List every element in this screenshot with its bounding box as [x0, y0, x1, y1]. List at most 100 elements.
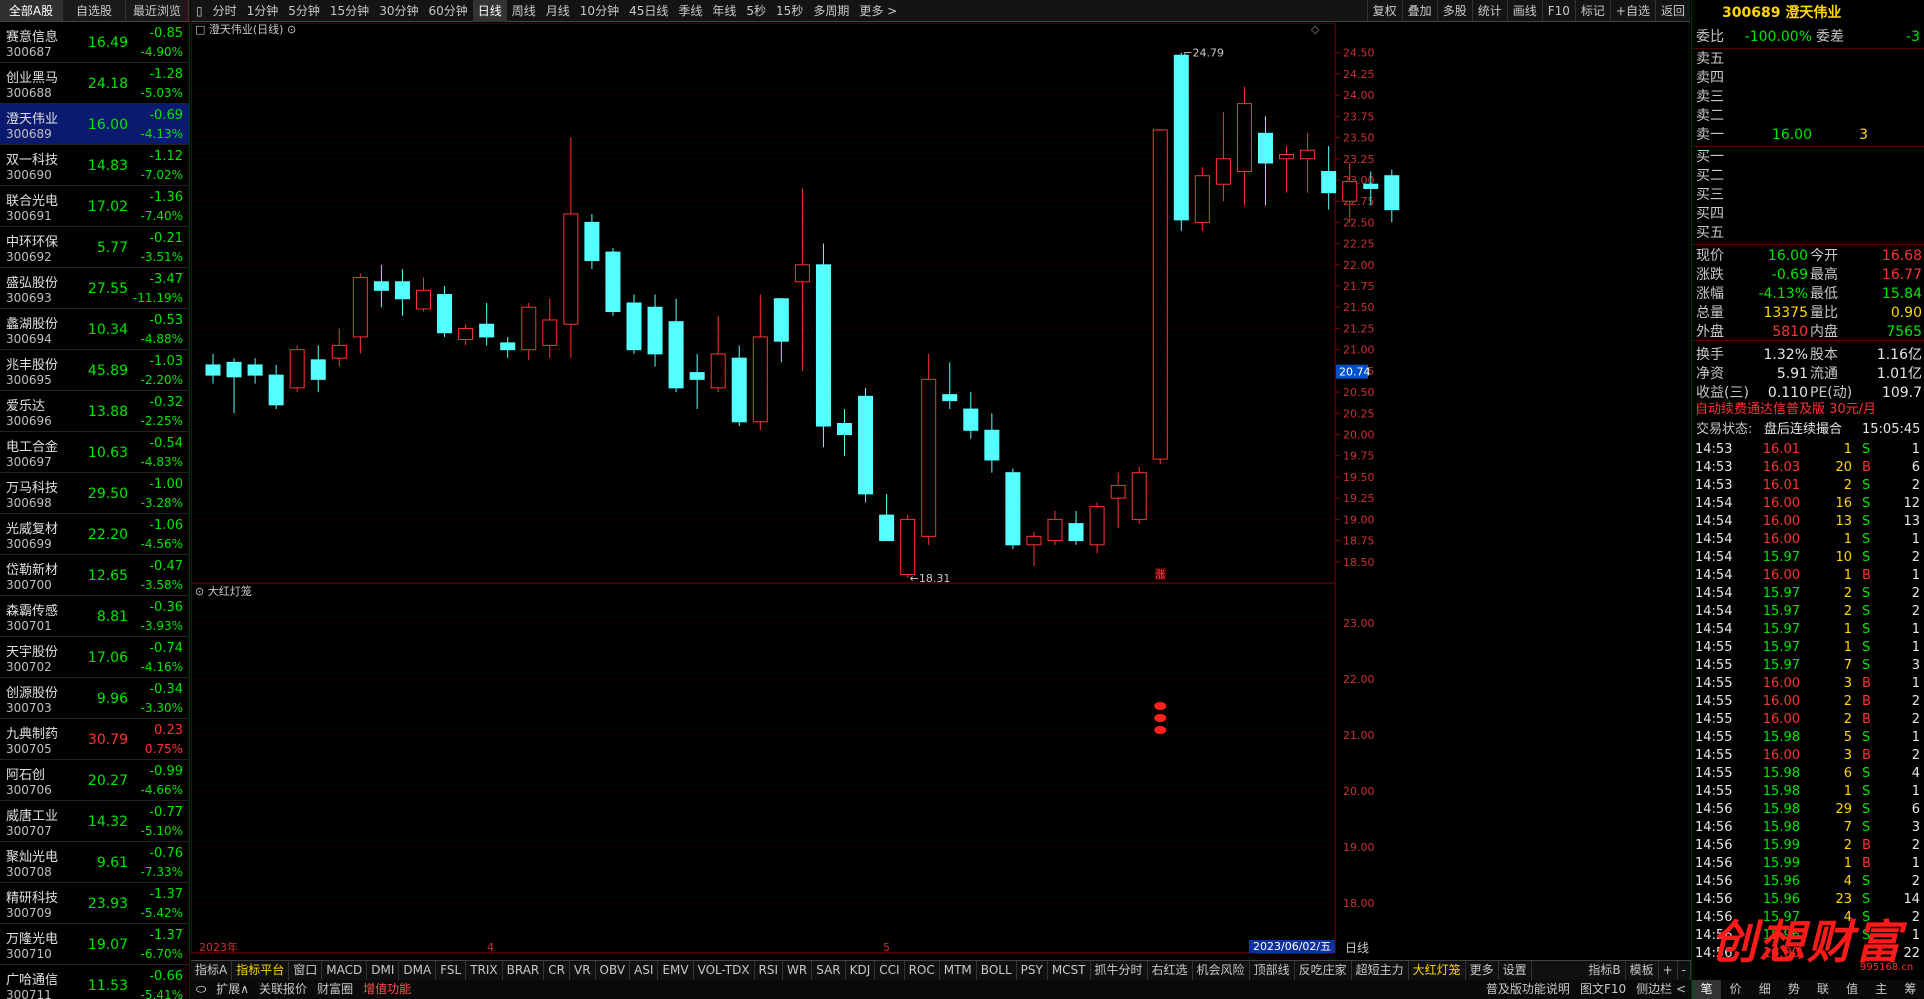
- indicator-tab[interactable]: 抓牛分时: [1091, 961, 1148, 980]
- stock-row[interactable]: 精研科技 300709 23.93 -1.37 -5.42%: [0, 883, 189, 924]
- period-tab[interactable]: 月线: [541, 0, 575, 22]
- period-tab[interactable]: 15分钟: [325, 0, 374, 22]
- stock-row[interactable]: 万隆光电 300710 19.07 -1.37 -6.70%: [0, 924, 189, 965]
- toolbar-button[interactable]: 标记: [1574, 0, 1610, 22]
- indicator-tab-tool[interactable]: -: [1678, 961, 1691, 980]
- indicator-tab-tool[interactable]: 模板: [1626, 961, 1659, 980]
- bottom-bar-item[interactable]: 财富圈: [312, 980, 358, 999]
- period-tab[interactable]: 分时: [208, 0, 242, 22]
- toolbar-button[interactable]: 叠加: [1401, 0, 1437, 22]
- indicator-tab[interactable]: BRAR: [503, 961, 545, 980]
- quote-tab[interactable]: 值: [1838, 980, 1867, 999]
- bottom-bar-link[interactable]: 普及版功能说明: [1481, 980, 1575, 999]
- indicator-tab-tool[interactable]: +: [1659, 961, 1678, 980]
- stock-row[interactable]: 广哈通信 300711 11.53 -0.66 -5.41%: [0, 965, 189, 999]
- period-tab[interactable]: 日线: [472, 0, 507, 22]
- period-tab[interactable]: 多周期: [808, 0, 854, 22]
- stock-row[interactable]: 双一科技 300690 14.83 -1.12 -7.02%: [0, 145, 189, 186]
- toolbar-button[interactable]: 返回: [1654, 0, 1690, 22]
- toolbar-button[interactable]: 画线: [1506, 0, 1542, 22]
- stock-row[interactable]: 赛意信息 300687 16.49 -0.85 -4.90%: [0, 22, 189, 63]
- indicator-tab[interactable]: BOLL: [977, 961, 1017, 980]
- stock-row[interactable]: 盛弘股份 300693 27.55 -3.47 -11.19%: [0, 268, 189, 309]
- period-tab[interactable]: 15秒: [771, 0, 808, 22]
- stock-row[interactable]: 蠡湖股份 300694 10.34 -0.53 -4.88%: [0, 309, 189, 350]
- indicator-tab[interactable]: ASI: [630, 961, 659, 980]
- indicator-tab[interactable]: 窗口: [289, 961, 323, 980]
- stock-row[interactable]: 联合光电 300691 17.02 -1.36 -7.40%: [0, 186, 189, 227]
- period-tab[interactable]: 1分钟: [242, 0, 284, 22]
- quote-tab[interactable]: 笔: [1692, 980, 1722, 999]
- stock-row[interactable]: 森霸传感 300701 8.81 -0.36 -3.93%: [0, 596, 189, 637]
- indicator-tab[interactable]: 反吃庄家: [1295, 961, 1352, 980]
- indicator-tab[interactable]: 指标A: [191, 961, 233, 980]
- stock-row[interactable]: 兆丰股份 300695 45.89 -1.03 -2.20%: [0, 350, 189, 391]
- indicator-tab-tool[interactable]: 指标B: [1584, 961, 1626, 980]
- period-tab[interactable]: 更多 >: [854, 0, 902, 22]
- indicator-tab[interactable]: WR: [783, 961, 813, 980]
- indicator-tab[interactable]: 右红选: [1148, 961, 1193, 980]
- toolbar-button[interactable]: +自选: [1609, 0, 1655, 22]
- period-tab[interactable]: 5分钟: [283, 0, 325, 22]
- indicator-tab[interactable]: CCI: [875, 961, 905, 980]
- bottom-bar-link[interactable]: 图文F10: [1575, 980, 1631, 999]
- stock-row[interactable]: 天宇股份 300702 17.06 -0.74 -4.16%: [0, 637, 189, 678]
- bottom-bar-link[interactable]: 侧边栏 <: [1631, 980, 1691, 999]
- indicator-tab[interactable]: PSY: [1017, 961, 1048, 980]
- indicator-tab[interactable]: MTM: [940, 961, 977, 980]
- left-tab-1[interactable]: 自选股: [63, 0, 126, 21]
- indicator-tab[interactable]: OBV: [596, 961, 631, 980]
- quote-tab[interactable]: 筹: [1896, 980, 1924, 999]
- indicator-tab[interactable]: 指标平台: [232, 961, 290, 980]
- indicator-tab[interactable]: SAR: [812, 961, 846, 980]
- quote-tab[interactable]: 主: [1867, 980, 1896, 999]
- indicator-tab[interactable]: FSL: [436, 961, 467, 980]
- bottom-bar-item[interactable]: 关联报价: [254, 980, 312, 999]
- toolbar-button[interactable]: 统计: [1471, 0, 1507, 22]
- indicator-tab[interactable]: MACD: [322, 961, 368, 980]
- stock-row[interactable]: 九典制药 300705 30.79 0.23 0.75%: [0, 719, 189, 760]
- left-tab-0[interactable]: 全部A股: [0, 0, 63, 21]
- stock-row[interactable]: 创源股份 300703 9.96 -0.34 -3.30%: [0, 678, 189, 719]
- indicator-tab[interactable]: 更多: [1466, 961, 1499, 980]
- indicator-tab[interactable]: RSI: [755, 961, 784, 980]
- toggle-icon[interactable]: ⬭: [191, 980, 211, 999]
- kline-chart[interactable]: 24.5024.2524.0023.7523.5023.2523.0022.75…: [191, 23, 1691, 960]
- period-tab[interactable]: 周线: [507, 0, 541, 22]
- period-tab[interactable]: 年线: [707, 0, 741, 22]
- left-tab-2[interactable]: 最近浏览: [126, 0, 189, 21]
- stock-row[interactable]: 创业黑马 300688 24.18 -1.28 -5.03%: [0, 63, 189, 104]
- period-tab[interactable]: 60分钟: [423, 0, 472, 22]
- quote-tab[interactable]: 价: [1721, 980, 1750, 999]
- stock-row[interactable]: 电工合金 300697 10.63 -0.54 -4.83%: [0, 432, 189, 473]
- stock-row[interactable]: 中环环保 300692 5.77 -0.21 -3.51%: [0, 227, 189, 268]
- toolbar-button[interactable]: F10: [1541, 0, 1575, 22]
- quote-tab[interactable]: 细: [1750, 980, 1779, 999]
- period-tab[interactable]: 30分钟: [374, 0, 423, 22]
- indicator-tab[interactable]: 设置: [1499, 961, 1532, 980]
- indicator-tab[interactable]: EMV: [658, 961, 694, 980]
- indicator-tab[interactable]: ROC: [905, 961, 940, 980]
- indicator-tab[interactable]: VR: [570, 961, 596, 980]
- indicator-tab[interactable]: DMI: [367, 961, 400, 980]
- stock-row[interactable]: 万马科技 300698 29.50 -1.00 -3.28%: [0, 473, 189, 514]
- stock-row[interactable]: 聚灿光电 300708 9.61 -0.76 -7.33%: [0, 842, 189, 883]
- indicator-tab[interactable]: 大红灯笼: [1409, 961, 1466, 980]
- quote-tab[interactable]: 联: [1809, 980, 1838, 999]
- stock-row[interactable]: 阿石创 300706 20.27 -0.99 -4.66%: [0, 760, 189, 801]
- indicator-tab[interactable]: 超短主力: [1352, 961, 1409, 980]
- indicator-tab[interactable]: 顶部线: [1250, 961, 1295, 980]
- indicator-tab[interactable]: CR: [544, 961, 570, 980]
- period-tab[interactable]: 5秒: [741, 0, 771, 22]
- bottom-bar-item[interactable]: 扩展∧: [211, 980, 254, 999]
- indicator-tab[interactable]: 机会风险: [1193, 961, 1250, 980]
- period-tab[interactable]: 45日线: [624, 0, 673, 22]
- stock-row[interactable]: 威唐工业 300707 14.32 -0.77 -5.10%: [0, 801, 189, 842]
- stock-row[interactable]: 光威复材 300699 22.20 -1.06 -4.56%: [0, 514, 189, 555]
- period-tab[interactable]: 季线: [673, 0, 707, 22]
- bottom-bar-item[interactable]: 增值功能: [358, 980, 416, 999]
- stock-row[interactable]: 爱乐达 300696 13.88 -0.32 -2.25%: [0, 391, 189, 432]
- toolbar-button[interactable]: 多股: [1436, 0, 1472, 22]
- indicator-tab[interactable]: DMA: [399, 961, 437, 980]
- indicator-tab[interactable]: KDJ: [846, 961, 876, 980]
